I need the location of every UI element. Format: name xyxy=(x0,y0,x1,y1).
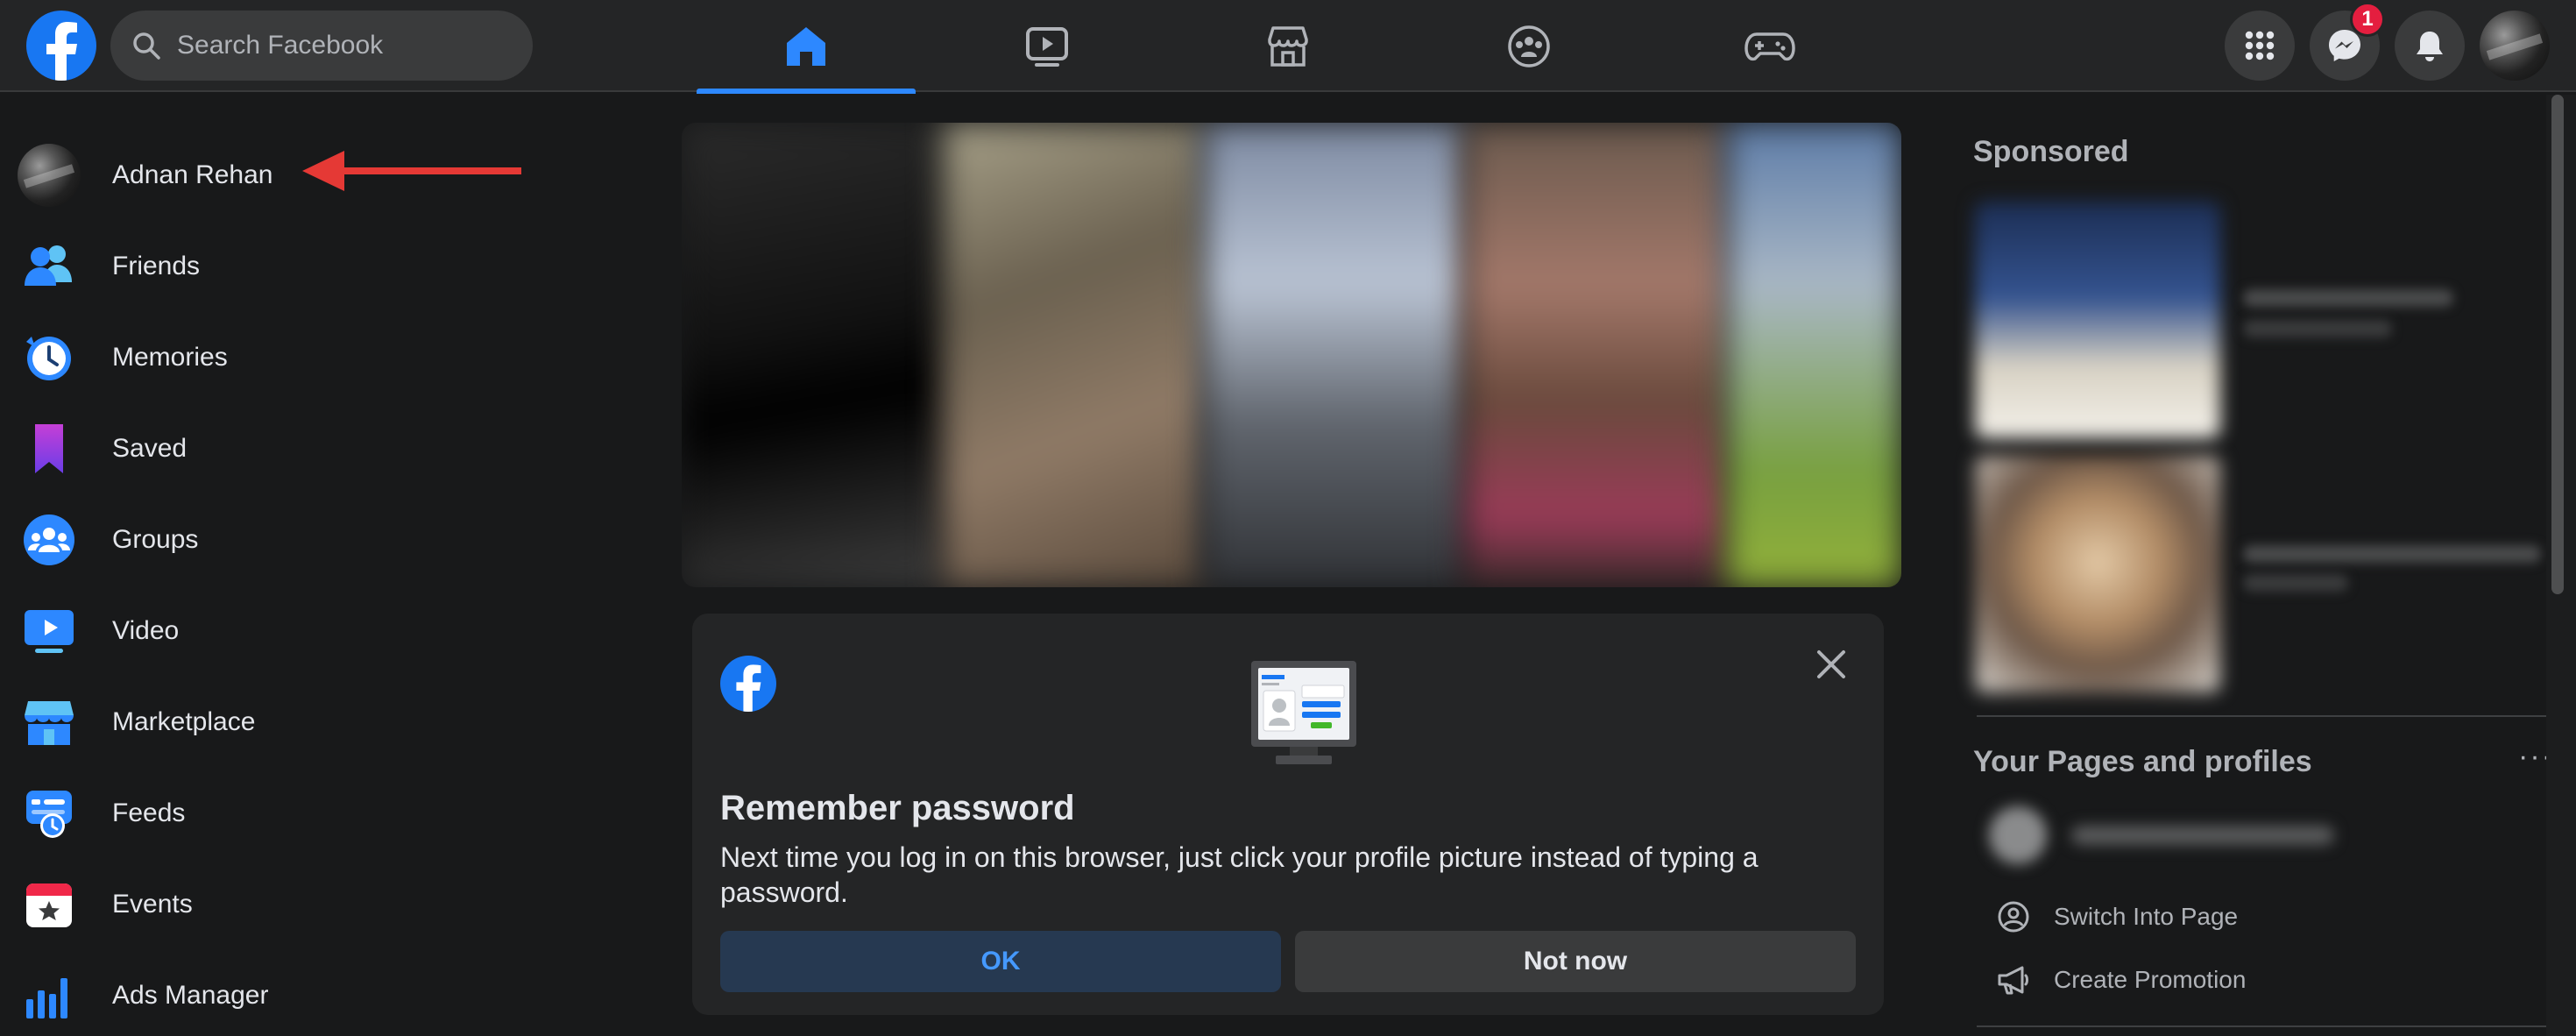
messenger-button[interactable]: 1 xyxy=(2310,2,2385,81)
sponsored-ad-text[interactable] xyxy=(2243,545,2541,563)
sidebar-item-ads-manager[interactable]: Ads Manager xyxy=(18,954,622,1036)
scrollbar[interactable] xyxy=(2551,95,2564,594)
marketplace-icon xyxy=(1268,25,1308,67)
menu-button[interactable] xyxy=(2225,11,2295,81)
bell-icon xyxy=(2417,32,2443,61)
marketplace-icon xyxy=(25,701,74,745)
search-bar[interactable] xyxy=(110,11,533,81)
sponsored-ad-text xyxy=(2243,574,2348,592)
sidebar-item-label: Video xyxy=(112,616,180,645)
notifications-button[interactable] xyxy=(2395,11,2465,81)
sidebar-item-label: Friends xyxy=(112,252,201,280)
divider xyxy=(1977,715,2546,717)
story-card[interactable] xyxy=(1204,123,1465,587)
messenger-badge: 1 xyxy=(2350,2,2385,37)
gaming-icon xyxy=(1744,32,1795,60)
groups-icon xyxy=(24,514,74,565)
grid-menu-icon xyxy=(2245,31,2275,60)
sidebar-item-label: Marketplace xyxy=(112,707,256,736)
sidebar-item-groups[interactable]: Groups xyxy=(18,498,622,582)
sponsored-ad-text xyxy=(2243,320,2392,337)
tab-groups[interactable] xyxy=(1419,0,1638,92)
sidebar-item-label: Groups xyxy=(112,525,199,554)
tab-home[interactable] xyxy=(697,0,916,94)
home-icon xyxy=(787,26,825,66)
story-card[interactable] xyxy=(943,123,1204,587)
create-promotion-action[interactable]: Create Promotion xyxy=(1996,954,2246,1006)
events-icon xyxy=(26,883,72,927)
memories-icon xyxy=(26,337,71,380)
facebook-logo-icon xyxy=(720,656,776,712)
sidebar-item-memories[interactable]: Memories xyxy=(18,316,622,400)
sidebar-item-label: Ads Manager xyxy=(112,981,269,1010)
tab-gaming[interactable] xyxy=(1660,0,1879,92)
remember-password-card: Remember password Next time you log in o… xyxy=(692,614,1884,1015)
tab-marketplace[interactable] xyxy=(1178,0,1398,92)
top-bar: 1 xyxy=(0,0,2576,94)
annotation-arrow-icon xyxy=(302,151,521,191)
page-profile-item[interactable] xyxy=(1975,794,2352,878)
video-icon xyxy=(25,610,74,653)
switch-into-page-label: Switch Into Page xyxy=(2054,903,2239,930)
divider xyxy=(1977,1025,2546,1027)
sidebar-item-events[interactable]: Events xyxy=(18,862,622,947)
not-now-button[interactable]: Not now xyxy=(1295,931,1856,992)
feeds-icon xyxy=(26,791,72,838)
remember-password-text: Next time you log in on this browser, ju… xyxy=(720,841,1759,908)
account-avatar[interactable] xyxy=(2480,11,2550,81)
ads-manager-icon xyxy=(26,978,67,1018)
sponsored-title: Sponsored xyxy=(1973,135,2129,168)
sidebar-item-label: Saved xyxy=(112,434,188,463)
sidebar-item-label: Feeds xyxy=(112,798,186,827)
close-button[interactable] xyxy=(1805,638,1858,691)
sidebar-item-label: Adnan Rehan xyxy=(112,160,273,189)
sidebar-item-label: Memories xyxy=(112,343,228,372)
pages-profiles-title: Your Pages and profiles xyxy=(1973,745,2312,778)
ok-button[interactable]: OK xyxy=(720,931,1281,992)
sidebar-item-video[interactable]: Video xyxy=(18,589,622,673)
sidebar-item-saved[interactable]: Saved xyxy=(18,407,622,491)
switch-profile-icon xyxy=(1998,901,2029,933)
story-card[interactable] xyxy=(682,123,943,587)
story-card[interactable] xyxy=(1726,123,1901,587)
sponsored-ad-image[interactable] xyxy=(1975,456,2220,692)
sidebar-item-friends[interactable]: Friends xyxy=(18,224,622,309)
computer-profile-illustration-icon xyxy=(1251,661,1356,764)
create-promotion-label: Create Promotion xyxy=(2054,966,2247,993)
sidebar-item-marketplace[interactable]: Marketplace xyxy=(18,680,622,764)
sponsored-ad-image[interactable] xyxy=(1975,202,2220,438)
tab-watch[interactable] xyxy=(938,0,1157,92)
facebook-logo-icon[interactable] xyxy=(26,11,96,81)
groups-icon xyxy=(1508,25,1550,67)
close-icon xyxy=(1817,650,1845,678)
avatar xyxy=(18,144,81,207)
friends-icon xyxy=(25,245,72,286)
search-icon xyxy=(133,32,160,60)
megaphone-icon xyxy=(1998,966,2028,995)
saved-icon xyxy=(35,424,63,473)
sponsored-ad-text[interactable] xyxy=(2243,289,2453,307)
stories-strip[interactable] xyxy=(682,123,1901,587)
search-input[interactable] xyxy=(177,31,510,60)
switch-into-page-action[interactable]: Switch Into Page xyxy=(1996,891,2238,943)
story-card[interactable] xyxy=(1465,123,1726,587)
remember-password-title: Remember password xyxy=(720,789,1075,827)
watch-icon xyxy=(1026,26,1068,67)
sidebar-item-label: Events xyxy=(112,890,193,919)
sidebar-item-feeds[interactable]: Feeds xyxy=(18,771,622,855)
